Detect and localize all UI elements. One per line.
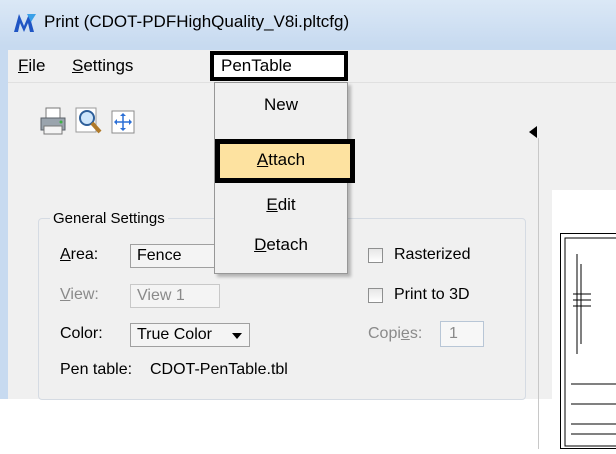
copies-label-pre: Copi	[368, 325, 401, 342]
chevron-down-icon	[232, 333, 242, 339]
menu-item-attach[interactable]: Attach	[215, 150, 347, 170]
attach-accel: A	[256, 150, 269, 169]
window-title: Print (CDOT-PDFHighQuality_V8i.pltcfg)	[44, 12, 350, 31]
rasterized-checkbox[interactable]	[368, 248, 383, 263]
color-select[interactable]: True Color	[130, 323, 250, 347]
color-select-value: True Color	[137, 326, 212, 343]
menu-settings-label: ettings	[83, 56, 134, 75]
edit-accel: E	[266, 195, 278, 214]
preview-drawing-icon	[564, 237, 616, 447]
pen-table-label: Pen table:	[60, 361, 133, 378]
color-label: Color:	[60, 325, 103, 342]
pen-table-value: CDOT-PenTable.tbl	[150, 361, 288, 378]
title-bar[interactable]: Print (CDOT-PDFHighQuality_V8i.pltcfg)	[0, 0, 616, 44]
area-label: Area:	[60, 246, 98, 264]
splitter-divider[interactable]	[538, 138, 539, 449]
general-settings-label: General Settings	[50, 210, 168, 227]
printer-icon[interactable]	[38, 106, 68, 136]
area-label-accel: A	[60, 246, 71, 263]
menu-pentable[interactable]: PenTable	[221, 56, 292, 76]
copies-label-post: s:	[409, 325, 423, 342]
menu-file[interactable]: File	[18, 56, 45, 76]
area-label-rest: rea:	[70, 246, 99, 263]
menu-file-label: ile	[28, 56, 46, 75]
menu-item-detach[interactable]: Detach	[215, 235, 347, 255]
copies-label: Copies:	[368, 325, 422, 343]
menu-item-new[interactable]: New	[215, 95, 347, 115]
preview-magnifier-icon[interactable]	[74, 106, 104, 136]
view-label-accel: V	[60, 286, 71, 303]
pentable-dropdown-menu: New Attach Edit Detach	[214, 82, 355, 274]
preview-sheet	[560, 233, 616, 449]
print-dialog-window: Print (CDOT-PDFHighQuality_V8i.pltcfg) F…	[0, 0, 616, 449]
view-label: View:	[60, 286, 99, 304]
menu-bar: File Settings PenTable	[8, 50, 616, 83]
detach-accel: D	[254, 235, 267, 254]
print-to-3d-label: Print to 3D	[394, 286, 470, 303]
copies-field[interactable]: 1	[440, 321, 484, 347]
view-select[interactable]: View 1	[130, 284, 220, 308]
rasterized-label: Rasterized	[394, 246, 471, 263]
attach-label: ttach	[268, 150, 306, 169]
collapse-preview-arrow-icon[interactable]	[529, 126, 537, 138]
area-select[interactable]: Fence	[130, 244, 220, 268]
microstation-app-icon	[14, 14, 36, 32]
menu-settings[interactable]: Settings	[72, 56, 133, 76]
menu-settings-accel: S	[72, 56, 84, 75]
edit-label: dit	[277, 195, 296, 214]
area-select-value: Fence	[137, 247, 182, 264]
detach-label: etach	[266, 235, 308, 254]
dialog-client-area: File Settings PenTable General Settings …	[8, 50, 616, 449]
copies-label-accel: e	[400, 325, 410, 342]
print-to-3d-checkbox[interactable]	[368, 288, 383, 303]
menu-item-edit[interactable]: Edit	[215, 195, 347, 215]
menu-file-accel: F	[18, 56, 29, 75]
view-label-rest: iew:	[70, 286, 99, 303]
fit-area-icon[interactable]	[108, 106, 138, 136]
view-select-value: View 1	[137, 287, 185, 304]
